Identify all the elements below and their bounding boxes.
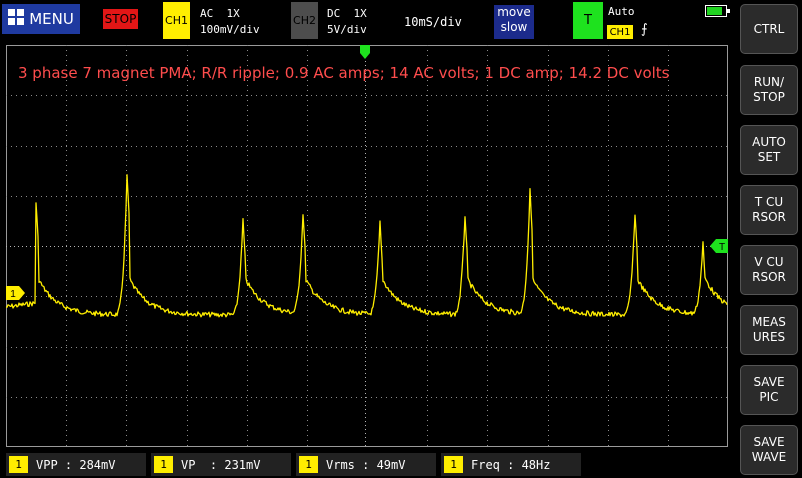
measurement-channel-badge: 1 (9, 456, 28, 473)
trigger-source: CH1 (607, 25, 633, 39)
measurement-vrms: 1 Vrms : 49mV (296, 453, 436, 476)
move-label: move (497, 5, 531, 19)
auto-set-button[interactable]: AUTO SET (740, 125, 798, 175)
ctrl-button[interactable]: CTRL (740, 4, 798, 54)
ch1-scale: 100mV/div (200, 23, 260, 36)
ch1-ground-label: 1 (10, 289, 16, 300)
ch2-coupling-probe: DC 1X (327, 6, 367, 21)
menu-button[interactable]: MENU (2, 4, 80, 34)
voltage-cursor-button[interactable]: V CU RSOR (740, 245, 798, 295)
screen-caption: 3 phase 7 magnet PMA; R/R ripple; 0.9 AC… (18, 64, 670, 82)
time-cursor-button[interactable]: T CU RSOR (740, 185, 798, 235)
menu-label: MENU (29, 10, 74, 28)
timebase-readout[interactable]: 10mS/div (404, 15, 462, 29)
battery-icon (705, 5, 730, 17)
measurement-value: VPP : 284mV (36, 457, 116, 472)
trigger-mode: Auto (608, 5, 635, 18)
trigger-button[interactable]: T (573, 2, 603, 39)
measurement-channel-badge: 1 (299, 456, 318, 473)
measurement-value: Vrms : 49mV (326, 457, 406, 472)
save-picture-button[interactable]: SAVE PIC (740, 365, 798, 415)
trigger-level-label: T (719, 242, 725, 253)
waveform-display[interactable]: T 1 (6, 45, 728, 447)
ch2-probe: 1X (353, 7, 367, 20)
run-stop-button[interactable]: RUN/ STOP (740, 65, 798, 115)
measurement-value: Freq : 48Hz (471, 457, 551, 472)
measurement-vpp: 1 VPP : 284mV (6, 453, 146, 476)
measurement-vp: 1 VP : 231mV (151, 453, 291, 476)
battery-level (707, 7, 723, 15)
menu-icon (8, 9, 25, 29)
run-state-indicator[interactable]: STOP (103, 9, 138, 29)
move-speed-label: slow (500, 20, 528, 34)
ch2-scale: 5V/div (327, 23, 367, 36)
ch2-coupling: DC (327, 7, 341, 20)
measurement-freq: 1 Freq : 48Hz (441, 453, 581, 476)
measurement-channel-badge: 1 (154, 456, 173, 473)
ch1-coupling: AC (200, 7, 214, 20)
ch1-button[interactable]: CH1 (163, 2, 190, 39)
save-wave-button[interactable]: SAVE WAVE (740, 425, 798, 475)
ch2-button[interactable]: CH2 (291, 2, 318, 39)
ch1-coupling-probe: AC 1X (200, 6, 240, 21)
measures-button[interactable]: MEAS URES (740, 305, 798, 355)
move-speed-button[interactable]: move slow (494, 5, 534, 39)
ch1-probe: 1X (226, 7, 240, 20)
measurement-value: VP : 231mV (181, 457, 261, 472)
measurement-channel-badge: 1 (444, 456, 463, 473)
rising-edge-icon: ⨍ (641, 22, 648, 37)
